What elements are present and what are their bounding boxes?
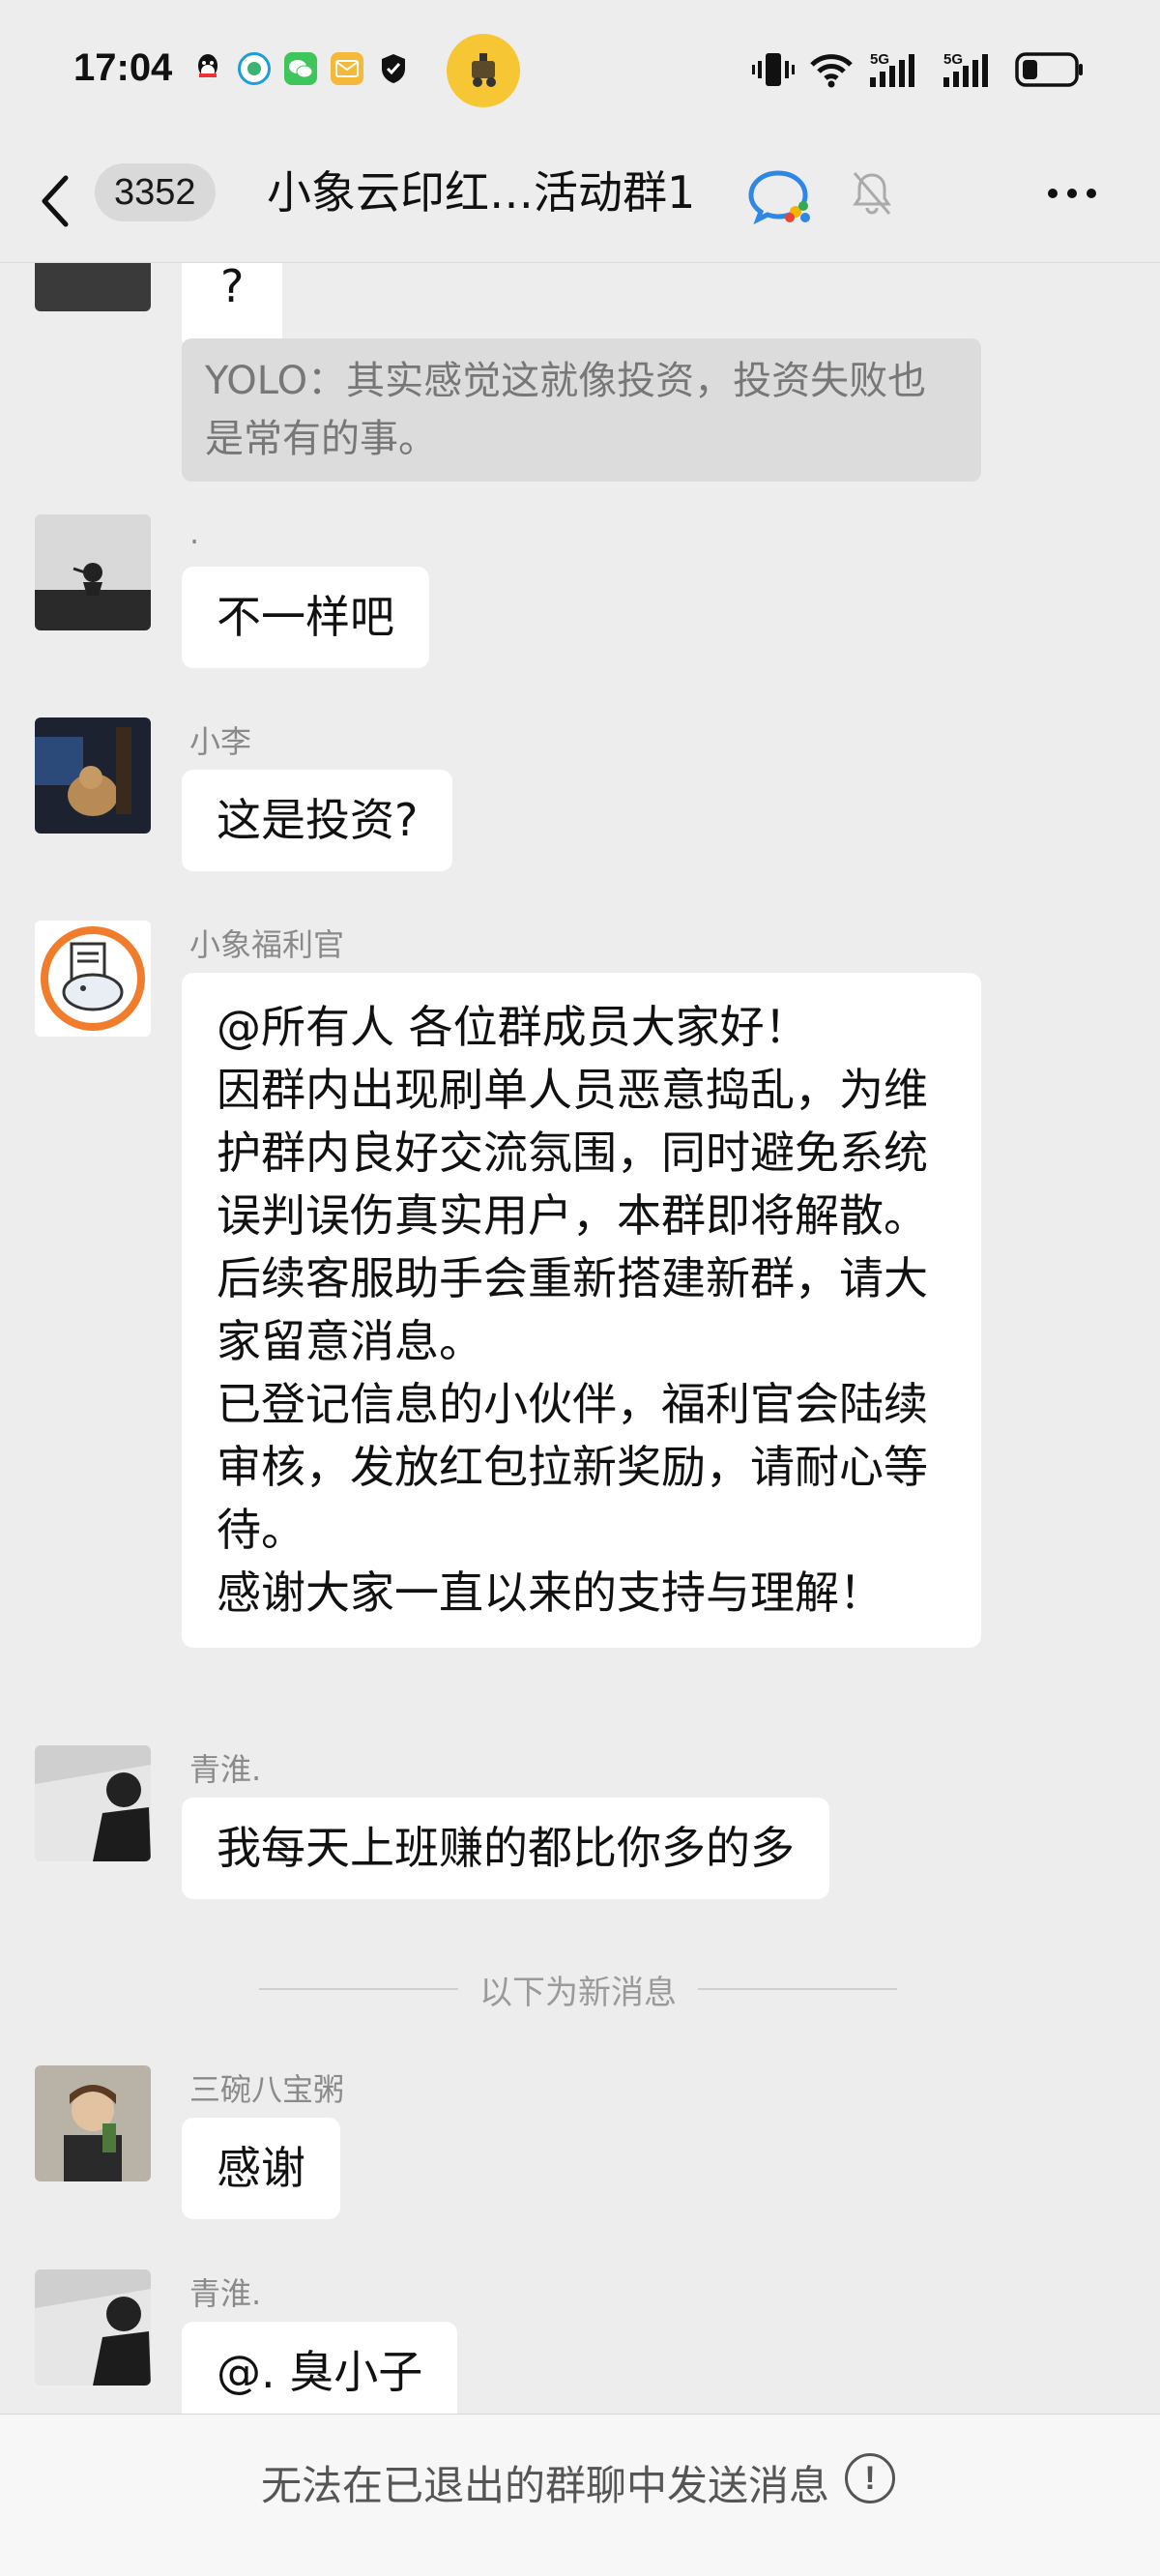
status-time: 17:04 [73,46,173,89]
avatar[interactable] [35,263,151,311]
message-bubble[interactable]: @所有人 各位群成员大家好！ 因群内出现刷单人员恶意捣乱，为维护群内良好交流氛围… [182,973,981,1648]
message-bubble[interactable]: @. 臭小子 [182,2322,458,2414]
sender-name: 小象福利官 [189,926,345,963]
cannot-send-notice: 无法在已退出的群聊中发送消息 [261,2462,830,2509]
sender-name: 小李 [189,723,252,760]
browser-icon [238,52,271,85]
new-messages-divider: 以下为新消息 [259,1965,897,2013]
dot-icon [1087,189,1096,198]
divider-label: 以下为新消息 [479,1973,677,2012]
wifi-icon [810,54,853,88]
network-label-1: 5G [870,51,889,68]
group-title[interactable]: 小象云印红…活动群1 [267,163,695,221]
vibrate-icon [752,53,795,86]
back-button[interactable] [39,165,85,237]
avatar[interactable] [35,1745,151,1861]
message-bubble[interactable]: 不一样吧 [182,567,429,668]
message-line: 感谢大家一直以来的支持与理解！ [217,1566,884,1619]
mute-bell-icon [851,169,893,221]
divider-line [698,1988,897,1990]
sender-name: 三碗八宝粥 [189,2071,345,2108]
status-bar: 17:04 5G 5G [0,0,1160,140]
sender-name: . [189,514,200,551]
message-line: @所有人 各位群成员大家好！ [217,1001,809,1053]
sender-name: 青淮. [189,1751,262,1788]
sender-name: 青淮. [189,2275,262,2312]
avatar[interactable] [35,717,151,834]
avatar[interactable] [35,2065,151,2181]
wecom-group-icon [747,167,815,229]
message-bubble[interactable]: 感谢 [182,2118,340,2219]
message-line: 因群内出现刷单人员恶意捣乱，为维护群内良好交流氛围，同时避免系统误判误伤真实用户… [217,1064,928,1242]
exited-group-notice-bar: 无法在已退出的群聊中发送消息 ! [0,2414,1160,2576]
message-line: 已登记信息的小伙伴，福利官会陆续审核，发放红包拉新奖励，请耐心等待。 [217,1378,928,1556]
dot-icon [1067,189,1077,198]
divider-line [259,1988,458,1990]
message-bubble[interactable]: ? [182,263,283,349]
wechat-icon [284,52,317,85]
message-bubble[interactable]: 这是投资? [182,770,453,871]
avatar[interactable] [35,921,151,1037]
chat-message-list[interactable]: ? YOLO：其实感觉这就像投资，投资失败也是常有的事。 . 不一样吧 小李 这… [0,263,1160,2414]
signal-icon-1: 5G [870,51,914,87]
qq-icon [191,52,224,85]
quoted-message[interactable]: YOLO：其实感觉这就像投资，投资失败也是常有的事。 [182,338,981,482]
mail-icon [331,52,363,85]
unread-count-badge[interactable]: 3352 [95,163,216,221]
chevron-left-icon [42,175,69,227]
message-line: 后续客服助手会重新搭建新群，请大家留意消息。 [217,1252,928,1367]
notification-icons [191,52,410,85]
battery-icon [1015,52,1083,87]
floating-app-icon[interactable] [447,34,520,107]
info-icon[interactable]: ! [845,2453,895,2503]
network-label-2: 5G [943,51,963,68]
chat-header: 3352 小象云印红…活动群1 [0,140,1160,263]
shield-icon [377,52,410,85]
signal-icon-2: 5G [943,51,988,87]
system-icons: 5G 5G [752,50,1085,89]
more-options-button[interactable] [1048,189,1096,198]
message-bubble[interactable]: 我每天上班赚的都比你多的多 [182,1798,829,1899]
dot-icon [1048,189,1058,198]
avatar[interactable] [35,2269,151,2386]
avatar[interactable] [35,514,151,630]
